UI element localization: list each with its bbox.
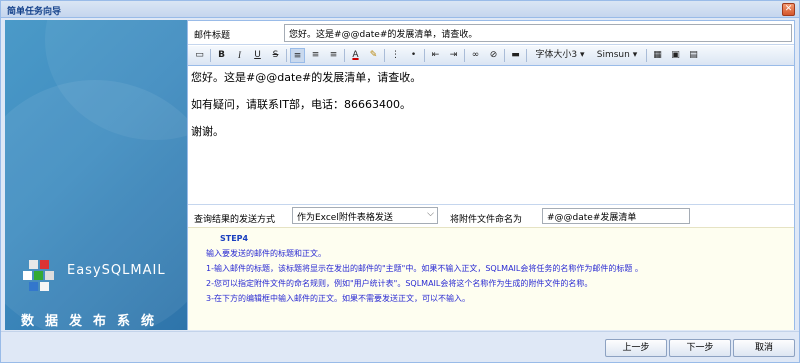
- table-icon[interactable]: ▦: [650, 48, 665, 63]
- divider: [464, 49, 465, 62]
- horizontal-rule-icon[interactable]: ▬: [508, 48, 523, 63]
- bullet-list-icon[interactable]: •: [406, 48, 421, 63]
- image-icon[interactable]: ▣: [668, 48, 683, 63]
- divider: [424, 49, 425, 62]
- divider: [526, 49, 527, 62]
- font-color-icon[interactable]: A: [348, 48, 363, 63]
- font-size-select[interactable]: 字体大小3 ▾: [530, 48, 590, 63]
- brand-name: EasySQLMAIL: [67, 263, 166, 278]
- unlink-icon[interactable]: ⊘: [486, 48, 501, 63]
- divider: [210, 49, 211, 62]
- underline-button[interactable]: U: [250, 48, 265, 63]
- align-left-icon[interactable]: ≡: [290, 48, 305, 63]
- chevron-down-icon: ⌵: [427, 209, 434, 219]
- align-center-icon[interactable]: ≡: [308, 48, 323, 63]
- chevron-down-icon: ▾: [632, 50, 638, 60]
- left-brand-panel: EasySQLMAIL 数据发布系统: [5, 20, 187, 330]
- help-line: 3-在下方的编辑框中输入邮件的正文。如果不需要发送正文，可以不输入。: [206, 294, 470, 303]
- attachment-name-label: 将附件文件命名为: [450, 215, 523, 225]
- divider: [286, 49, 287, 62]
- brand-subtitle: 数据发布系统: [21, 314, 166, 329]
- editor-toolbar: ▭ B I U S ≡ ≡ ≡ A ✎ ⋮ • ⇤ ⇥ ∞ ⊘ ▬ 字体大小3 …: [188, 46, 794, 66]
- font-family-select[interactable]: Simsun ▾: [592, 48, 642, 63]
- align-right-icon[interactable]: ≡: [326, 48, 341, 63]
- chevron-down-icon: ▾: [580, 50, 585, 60]
- source-icon[interactable]: ▭: [192, 48, 207, 63]
- close-button[interactable]: ✕: [782, 3, 795, 16]
- attachment-name-input[interactable]: #@@date#发展清单: [542, 208, 690, 224]
- body-line: 谢谢。: [191, 125, 224, 138]
- divider: [504, 49, 505, 62]
- help-panel: STEP4 输入要发送的邮件的标题和正文。 1-输入邮件的标题，该标题将显示在发…: [188, 227, 794, 330]
- divider: [646, 49, 647, 62]
- body-line: 如有疑问，请联系IT部，电话：86663400。: [191, 98, 411, 111]
- numbered-list-icon[interactable]: ⋮: [388, 48, 403, 63]
- send-mode-select[interactable]: 作为Excel附件表格发送 ⌵: [292, 207, 438, 224]
- font-size-label: 字体大小3: [535, 50, 578, 60]
- subject-label: 邮件标题: [194, 31, 231, 41]
- subject-row: 邮件标题 您好。这是#@@date#的发展清单，请查收。: [188, 21, 794, 45]
- options-row: 查询结果的发送方式 作为Excel附件表格发送 ⌵ 将附件文件命名为 #@@da…: [188, 205, 794, 227]
- italic-button[interactable]: I: [232, 48, 247, 63]
- next-button[interactable]: 下一步: [669, 339, 731, 357]
- subject-input[interactable]: 您好。这是#@@date#的发展清单，请查收。: [284, 24, 792, 42]
- send-mode-label: 查询结果的发送方式: [194, 215, 276, 225]
- help-line: 2-您可以指定附件文件的命名规则，例如"用户统计表"。SQLMAIL会将这个名称…: [206, 279, 593, 288]
- preview-icon[interactable]: ▤: [686, 48, 701, 63]
- close-icon: ✕: [784, 4, 793, 14]
- prev-button[interactable]: 上一步: [605, 339, 667, 357]
- body-line: 您好。这是#@@date#的发展清单，请查收。: [191, 71, 422, 84]
- help-line: 1-输入邮件的标题，该标题将显示在发出的邮件的"主题"中。如果不输入正文，SQL…: [206, 264, 643, 273]
- divider: [344, 49, 345, 62]
- bold-button[interactable]: B: [214, 48, 229, 63]
- send-mode-value: 作为Excel附件表格发送: [297, 213, 393, 223]
- easysqlmail-logo-icon: [23, 260, 54, 291]
- content-panel: 邮件标题 您好。这是#@@date#的发展清单，请查收。 ▭ B I U S ≡…: [187, 20, 795, 330]
- divider: [384, 49, 385, 62]
- window-title: 简单任务向导: [7, 7, 62, 17]
- indent-icon[interactable]: ⇥: [446, 48, 461, 63]
- title-bar: 简单任务向导 ✕: [1, 1, 799, 18]
- outdent-icon[interactable]: ⇤: [428, 48, 443, 63]
- strikethrough-button[interactable]: S: [268, 48, 283, 63]
- font-family-label: Simsun: [596, 50, 630, 60]
- footer-bar: 上一步 下一步 取消: [1, 331, 799, 362]
- mail-body-editor[interactable]: 您好。这是#@@date#的发展清单，请查收。 如有疑问，请联系IT部，电话：8…: [188, 67, 794, 204]
- help-line: 输入要发送的邮件的标题和正文。: [206, 249, 326, 258]
- cancel-button[interactable]: 取消: [733, 339, 795, 357]
- link-icon[interactable]: ∞: [468, 48, 483, 63]
- step-title: STEP4: [220, 234, 249, 243]
- options-area: 查询结果的发送方式 作为Excel附件表格发送 ⌵ 将附件文件命名为 #@@da…: [188, 204, 794, 330]
- wizard-window: 简单任务向导 ✕ EasySQLMAIL 数据发布系统 邮件标题 您好。这是#@…: [0, 0, 800, 363]
- highlight-icon[interactable]: ✎: [366, 48, 381, 63]
